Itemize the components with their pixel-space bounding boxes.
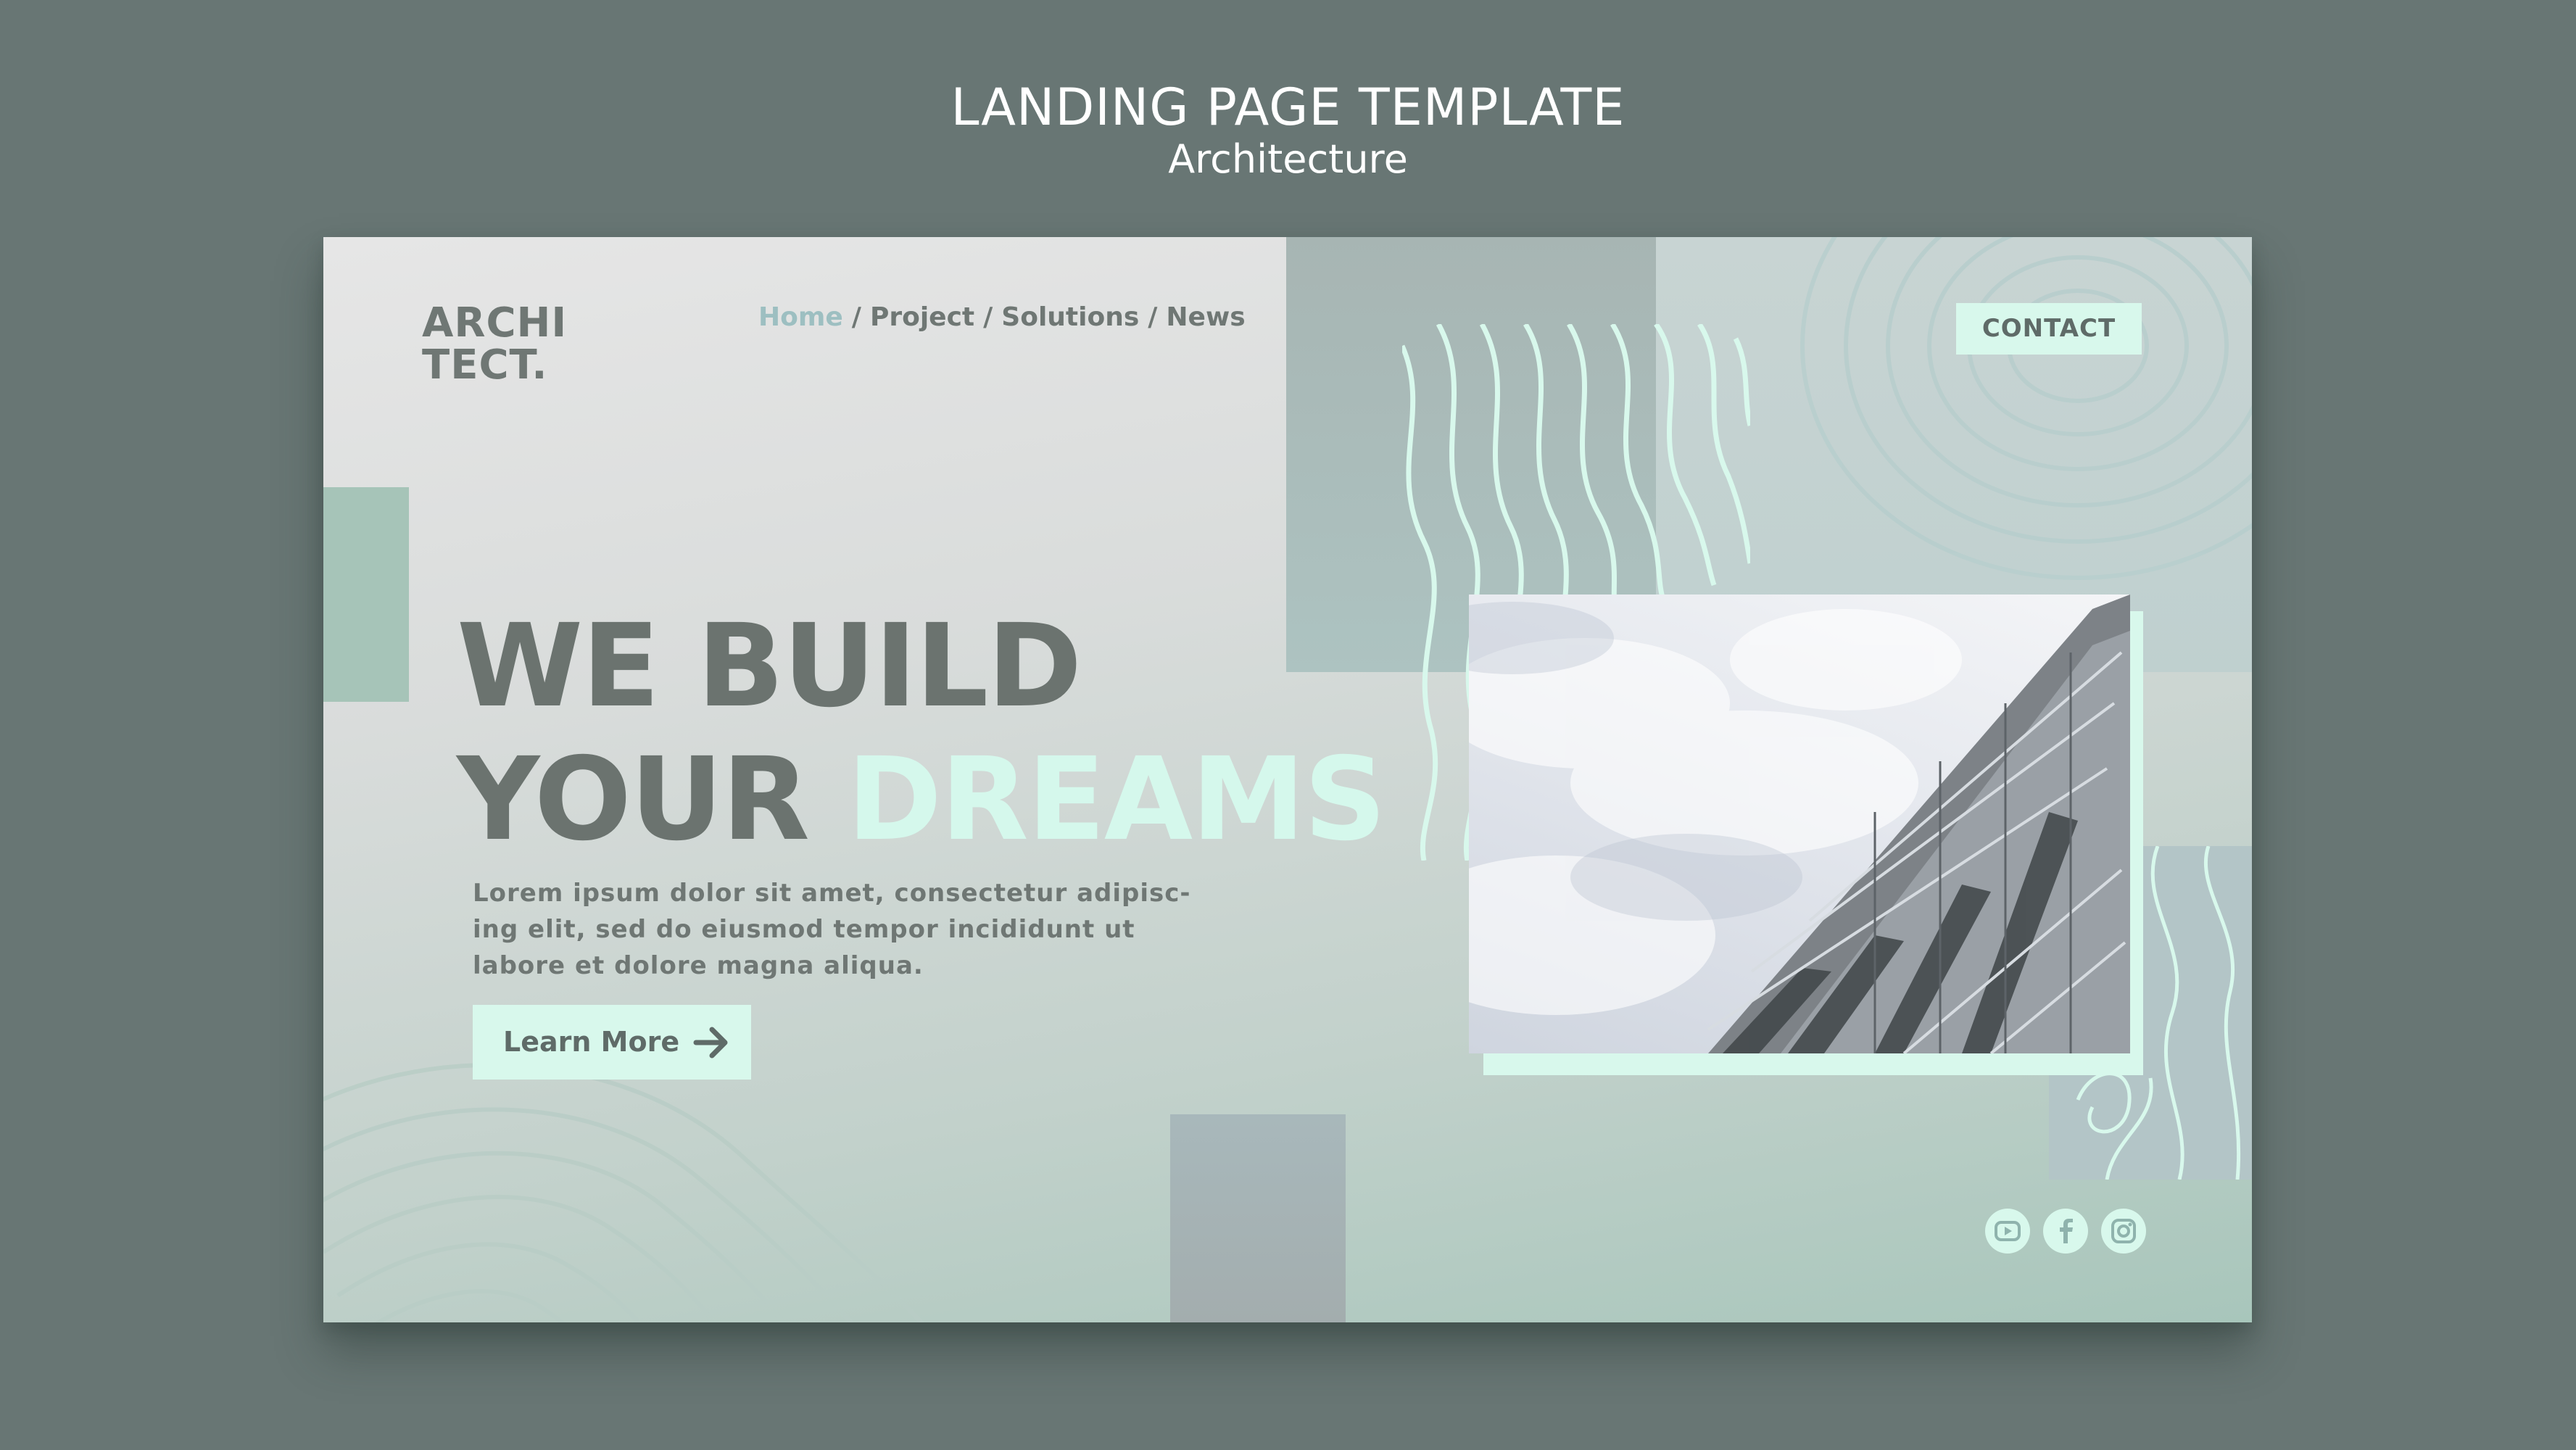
nav-separator: /: [851, 302, 861, 332]
hero-headline-highlight: DREAMS: [847, 733, 1386, 866]
hero-headline: WE BUILD YOUR DREAMS: [457, 600, 1386, 866]
page-title: LANDING PAGE TEMPLATE: [951, 78, 1625, 137]
building-photo: [1469, 594, 2130, 1053]
nav-separator: /: [1148, 302, 1158, 332]
facebook-icon[interactable]: [2043, 1209, 2088, 1254]
instagram-icon[interactable]: [2101, 1209, 2146, 1254]
hero-headline-line-1: WE BUILD: [457, 600, 1082, 733]
nav-item-project[interactable]: Project: [870, 302, 974, 332]
learn-more-label: Learn More: [503, 1026, 680, 1058]
nav-item-news[interactable]: News: [1166, 302, 1245, 332]
logo-line-2: TECT.: [422, 341, 548, 389]
logo[interactable]: ARCHI TECT.: [422, 302, 567, 386]
nav-item-home[interactable]: Home: [758, 302, 843, 332]
hero-lead-text: Lorem ipsum dolor sit amet, consectetur …: [473, 879, 1191, 980]
main-nav: Home / Project / Solutions / News: [758, 299, 1246, 336]
nav-separator: /: [983, 302, 993, 332]
hero-headline-word-your: YOUR: [457, 733, 810, 866]
nav-item-solutions[interactable]: Solutions: [1001, 302, 1139, 332]
learn-more-button[interactable]: Learn More: [473, 1005, 751, 1080]
topographic-rings-top-right: [1800, 237, 2252, 580]
logo-line-1: ARCHI: [422, 299, 568, 347]
youtube-icon[interactable]: [1985, 1209, 2030, 1254]
hero-headline-line-2: YOUR DREAMS: [457, 733, 1386, 866]
page-subtitle: Architecture: [1168, 136, 1408, 182]
contact-button[interactable]: CONTACT: [1956, 303, 2142, 355]
decor-block-bottom: [1170, 1114, 1346, 1322]
arrow-right-icon: [693, 1027, 728, 1058]
landing-page-mockup: ARCHI TECT. Home / Project / Solutions / News …: [323, 237, 2252, 1322]
building-illustration: [1469, 594, 2130, 1053]
decor-block-left: [323, 487, 409, 702]
